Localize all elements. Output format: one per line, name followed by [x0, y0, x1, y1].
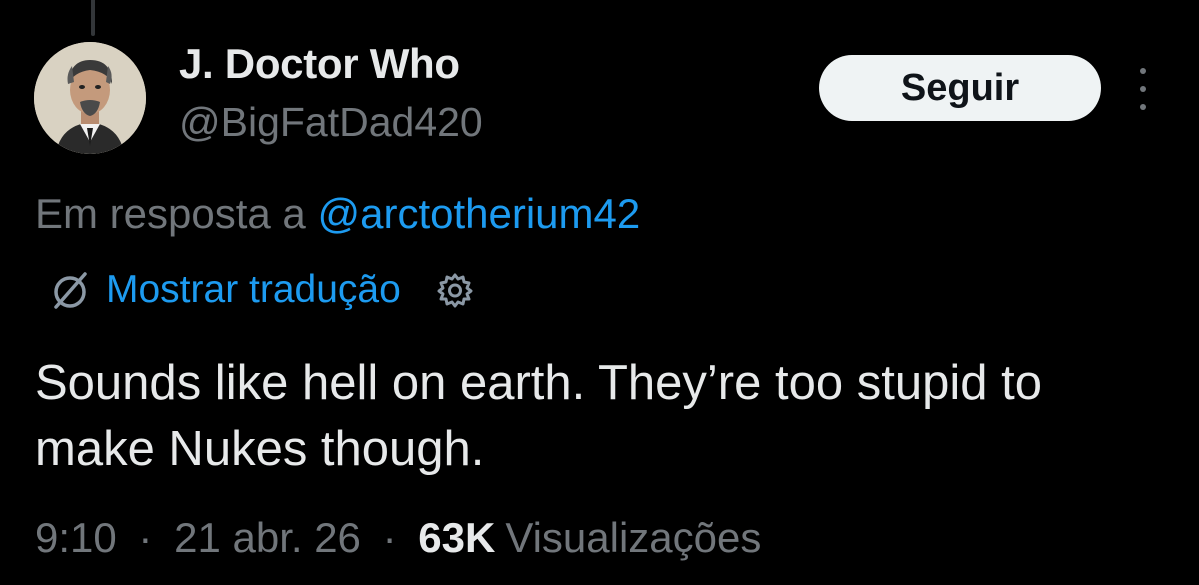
translate-icon — [46, 266, 94, 314]
tweet-date[interactable]: 21 abr. 26 — [174, 514, 361, 561]
meta-separator: · — [382, 514, 397, 561]
gear-icon[interactable] — [433, 268, 477, 312]
more-dot — [1140, 104, 1146, 110]
more-dot — [1140, 68, 1146, 74]
reply-context: Em resposta a @arctotherium42 — [35, 190, 640, 238]
more-options-icon[interactable] — [1128, 68, 1158, 110]
author-display-name[interactable]: J. Doctor Who — [179, 40, 460, 88]
show-translation-link[interactable]: Mostrar tradução — [106, 268, 401, 312]
translation-row: Mostrar tradução — [46, 264, 477, 316]
avatar-image — [34, 42, 146, 154]
meta-separator: · — [138, 514, 153, 561]
more-dot — [1140, 86, 1146, 92]
avatar[interactable] — [34, 42, 146, 154]
reply-prefix: Em resposta a — [35, 190, 306, 237]
tweet-metadata: 9:10 · 21 abr. 26 · 63K Visualizações — [35, 514, 761, 562]
author-handle[interactable]: @BigFatDad420 — [179, 99, 483, 146]
tweet-time[interactable]: 9:10 — [35, 514, 117, 561]
views-label[interactable]: Visualizações — [505, 514, 761, 561]
follow-button[interactable]: Seguir — [819, 55, 1101, 121]
views-count[interactable]: 63K — [418, 514, 495, 561]
thread-connector-line — [91, 0, 95, 36]
reply-mention-link[interactable]: @arctotherium42 — [317, 190, 640, 237]
tweet-text: Sounds like hell on earth. They’re too s… — [35, 356, 1042, 476]
